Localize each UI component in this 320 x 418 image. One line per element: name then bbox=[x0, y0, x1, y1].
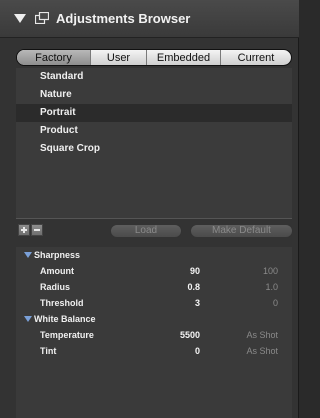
adjustment-row-threshold: Threshold 3 0 bbox=[16, 295, 292, 311]
adjustment-name: Temperature bbox=[40, 330, 94, 340]
adjustment-default: As Shot bbox=[246, 346, 278, 356]
adjustments-list: Sharpness Amount 90 100 Radius 0.8 1.0 T… bbox=[16, 247, 292, 418]
adjustment-row-amount: Amount 90 100 bbox=[16, 263, 292, 279]
adjustment-value[interactable]: 0.8 bbox=[187, 279, 200, 295]
adjustment-default: 1.0 bbox=[265, 282, 278, 292]
remove-preset-button[interactable] bbox=[31, 224, 43, 236]
group-white-balance[interactable]: White Balance bbox=[16, 311, 292, 327]
tab-current[interactable]: Current bbox=[221, 50, 291, 65]
group-label: Sharpness bbox=[34, 250, 81, 260]
adjustment-value[interactable]: 90 bbox=[190, 263, 200, 279]
adjustment-default: As Shot bbox=[246, 330, 278, 340]
divider bbox=[16, 218, 292, 219]
panel-title: Adjustments Browser bbox=[56, 11, 191, 26]
preset-item-nature[interactable]: Nature bbox=[16, 86, 292, 104]
adjustment-value[interactable]: 5500 bbox=[180, 327, 200, 343]
adjustment-name: Threshold bbox=[40, 298, 84, 308]
adjustment-name: Amount bbox=[40, 266, 74, 276]
tab-user[interactable]: User bbox=[91, 50, 147, 65]
preset-list: Standard Nature Portrait Product Square … bbox=[16, 68, 292, 218]
disclosure-triangle-icon[interactable] bbox=[24, 252, 32, 258]
adjustment-name: Tint bbox=[40, 346, 57, 356]
collapse-disclosure-icon[interactable] bbox=[14, 14, 26, 23]
group-label: White Balance bbox=[34, 314, 96, 324]
adjustment-row-tint: Tint 0 As Shot bbox=[16, 343, 292, 359]
preset-item-portrait[interactable]: Portrait bbox=[16, 104, 292, 122]
tab-factory[interactable]: Factory bbox=[17, 50, 91, 65]
window-icon bbox=[35, 12, 49, 24]
adjustment-default: 0 bbox=[272, 298, 278, 308]
make-default-button[interactable]: Make Default bbox=[190, 224, 293, 238]
panel-header: Adjustments Browser bbox=[0, 0, 299, 38]
preset-item-standard[interactable]: Standard bbox=[16, 68, 292, 86]
add-preset-button[interactable] bbox=[18, 224, 30, 236]
adjustment-value[interactable]: 0 bbox=[195, 343, 200, 359]
preset-item-product[interactable]: Product bbox=[16, 122, 292, 140]
group-sharpness[interactable]: Sharpness bbox=[16, 247, 292, 263]
adjustment-row-radius: Radius 0.8 1.0 bbox=[16, 279, 292, 295]
adjustments-browser-panel: Adjustments Browser Factory User Embedde… bbox=[0, 0, 299, 418]
adjustment-default: 100 bbox=[262, 266, 278, 276]
load-button[interactable]: Load bbox=[110, 224, 182, 238]
preset-toolbar: Load Make Default bbox=[0, 220, 299, 244]
adjustment-row-temperature: Temperature 5500 As Shot bbox=[16, 327, 292, 343]
adjustment-name: Radius bbox=[40, 282, 71, 292]
source-tabs: Factory User Embedded Current bbox=[16, 49, 292, 66]
preset-item-square-crop[interactable]: Square Crop bbox=[16, 140, 292, 158]
disclosure-triangle-icon[interactable] bbox=[24, 316, 32, 322]
adjustment-value[interactable]: 3 bbox=[195, 295, 200, 311]
tab-embedded[interactable]: Embedded bbox=[147, 50, 221, 65]
